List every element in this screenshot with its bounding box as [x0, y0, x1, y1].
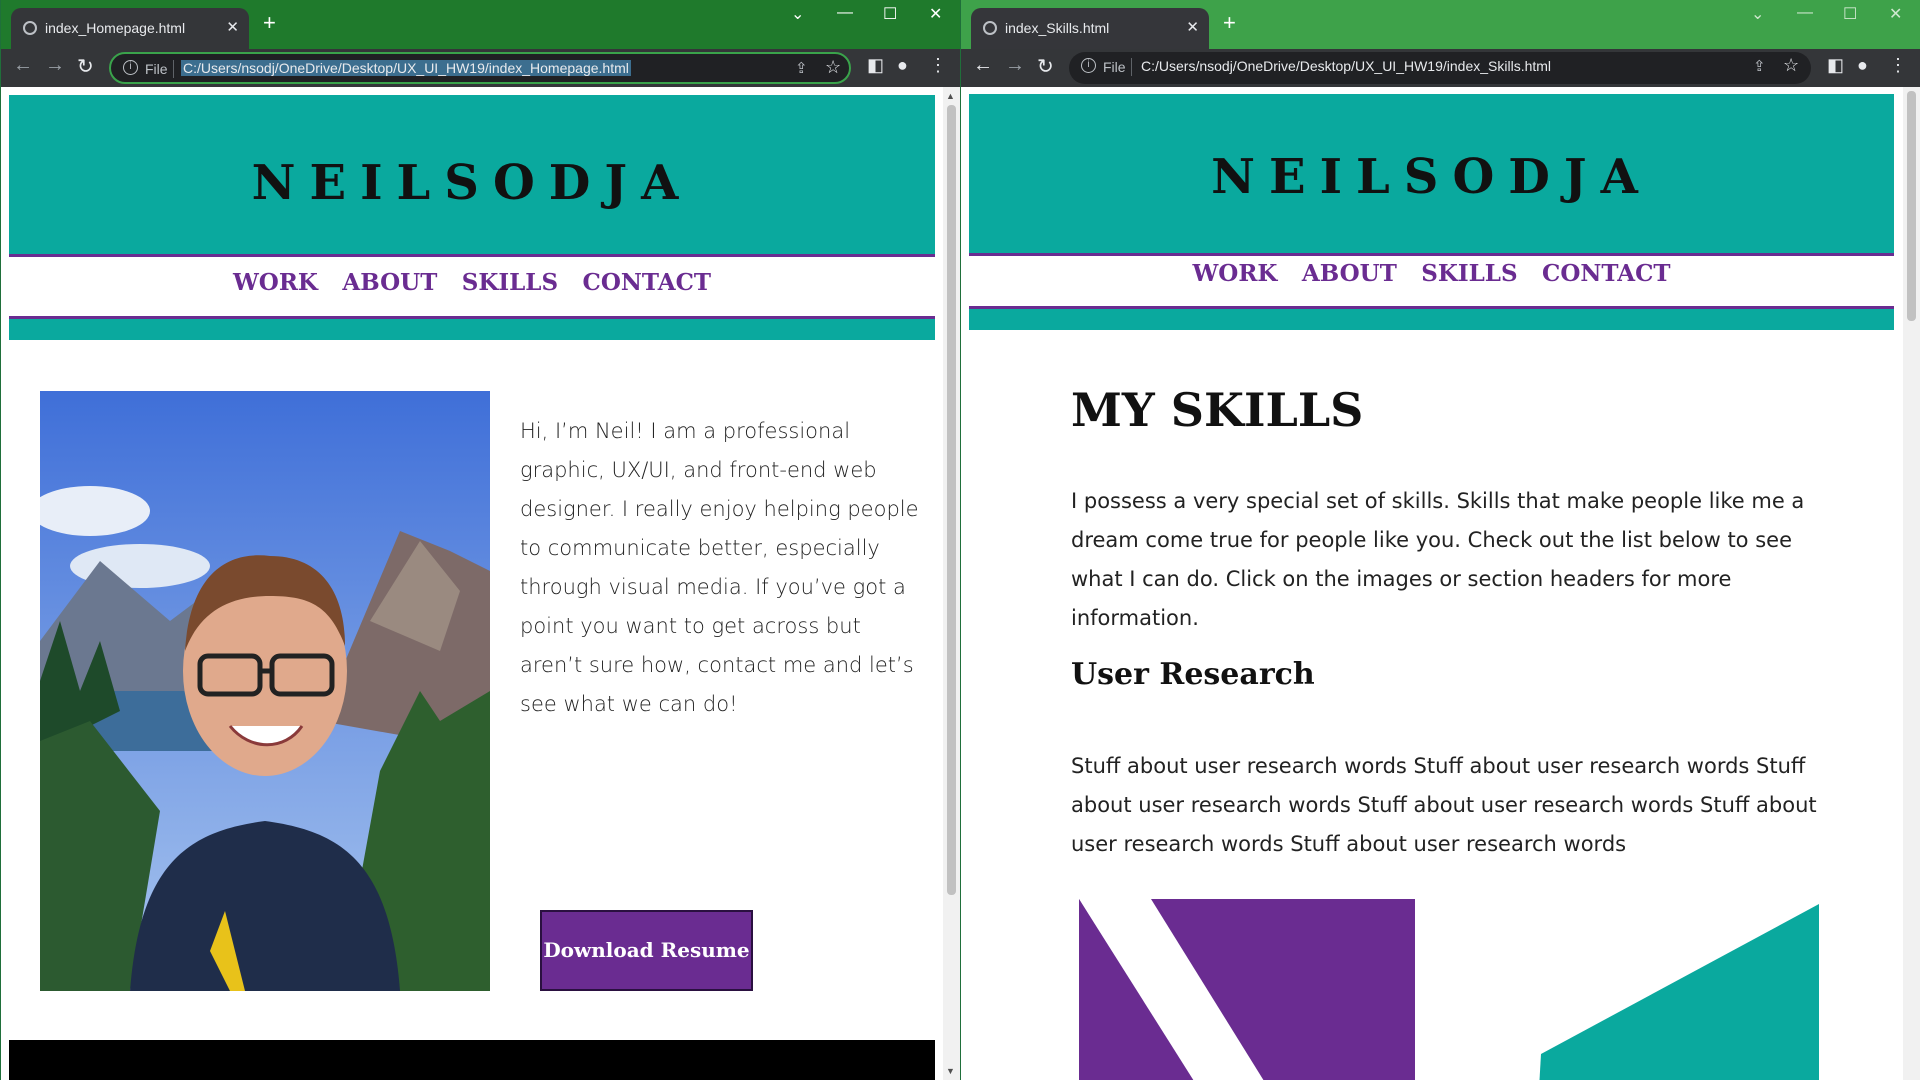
skills-intro-paragraph: I possess a very special set of skills. … [1071, 489, 1805, 630]
url-text[interactable]: C:/Users/nsodj/OneDrive/Desktop/UX_UI_HW… [1139, 58, 1553, 74]
address-bar[interactable]: i File C:/Users/nsodj/OneDrive/Desktop/U… [109, 52, 851, 84]
tab-strip: index_Skills.html ✕ + ⌄ — ☐ ✕ [961, 0, 1920, 49]
nav-skills[interactable]: SKILLS [462, 269, 558, 296]
nav-work[interactable]: WORK [1192, 260, 1277, 287]
browser-toolbar: ← → ↻ i File C:/Users/nsodj/OneDrive/Des… [1, 49, 960, 87]
menu-kebab-icon[interactable]: ⋮ [929, 55, 947, 76]
scrollbar-thumb[interactable] [947, 105, 956, 895]
back-icon[interactable]: ← [973, 54, 993, 77]
scroll-up-icon[interactable]: ▲ [946, 91, 955, 101]
new-tab-icon[interactable]: + [263, 10, 276, 36]
close-window-icon[interactable]: ✕ [929, 4, 942, 24]
bookmark-star-icon[interactable]: ☆ [1783, 55, 1799, 76]
minimize-icon[interactable]: — [1797, 4, 1813, 22]
reload-icon[interactable]: ↻ [1037, 54, 1054, 79]
minimize-icon[interactable]: — [837, 4, 853, 22]
url-scheme: File [1103, 59, 1126, 75]
page-viewport: NEILSODJA WORK ABOUT SKILLS CONTACT Hi, … [1, 87, 960, 1080]
share-icon[interactable]: ⇪ [795, 59, 808, 77]
forward-icon[interactable]: → [1005, 54, 1025, 77]
nav-contact[interactable]: CONTACT [1542, 260, 1671, 287]
intro-paragraph: Hi, I’m Neil! I am a professional graphi… [520, 419, 919, 716]
tab-title: index_Homepage.html [45, 20, 186, 36]
globe-icon [23, 21, 37, 35]
site-header: NEILSODJA [9, 95, 935, 257]
browser-window-skills: index_Skills.html ✕ + ⌄ — ☐ ✕ ← → ↻ i Fi… [961, 0, 1920, 1080]
close-tab-icon[interactable]: ✕ [226, 18, 239, 36]
nav-accent-bar [9, 316, 935, 340]
profile-photo [40, 391, 490, 991]
nav-skills[interactable]: SKILLS [1421, 260, 1517, 287]
browser-toolbar: ← → ↻ i File C:/Users/nsodj/OneDrive/Des… [961, 49, 1920, 87]
user-research-graphic[interactable] [1079, 899, 1819, 1080]
footer-bar [9, 1040, 935, 1080]
info-icon[interactable]: i [123, 60, 138, 75]
url-text[interactable]: C:/Users/nsodj/OneDrive/Desktop/UX_UI_HW… [181, 60, 631, 76]
tab-title: index_Skills.html [1005, 20, 1110, 36]
page-title: MY SKILLS [1071, 383, 1364, 437]
maximize-icon[interactable]: ☐ [883, 4, 897, 24]
nav-contact[interactable]: CONTACT [583, 269, 712, 296]
new-tab-icon[interactable]: + [1223, 10, 1236, 36]
section-text-user-research: Stuff about user research words Stuff ab… [1071, 754, 1817, 856]
nav-work[interactable]: WORK [233, 269, 318, 296]
profile-icon[interactable]: ● [1857, 55, 1868, 76]
bookmark-star-icon[interactable]: ☆ [825, 57, 841, 78]
nav-about[interactable]: ABOUT [342, 269, 437, 296]
address-bar[interactable]: i File C:/Users/nsodj/OneDrive/Desktop/U… [1069, 52, 1811, 84]
side-panel-icon[interactable]: ◧ [867, 55, 884, 76]
page-scrollbar[interactable] [1903, 87, 1920, 1080]
download-resume-button[interactable]: Download Resume [540, 910, 753, 991]
site-header: NEILSODJA [969, 94, 1894, 256]
globe-icon [983, 21, 997, 35]
tab-strip: index_Homepage.html ✕ + ⌄ — ☐ ✕ [1, 0, 960, 49]
divider [173, 60, 174, 78]
close-window-icon[interactable]: ✕ [1889, 4, 1902, 24]
tab-skills[interactable]: index_Skills.html ✕ [971, 8, 1209, 49]
close-tab-icon[interactable]: ✕ [1186, 18, 1199, 36]
page-viewport: NEILSODJA WORK ABOUT SKILLS CONTACT MY S… [961, 87, 1920, 1080]
back-icon[interactable]: ← [13, 54, 33, 77]
section-heading-user-research[interactable]: User Research [1071, 657, 1315, 692]
reload-icon[interactable]: ↻ [77, 54, 94, 79]
profile-icon[interactable]: ● [897, 55, 908, 76]
site-nav: WORK ABOUT SKILLS CONTACT [9, 269, 935, 296]
nav-about[interactable]: ABOUT [1302, 260, 1397, 287]
side-panel-icon[interactable]: ◧ [1827, 55, 1844, 76]
nav-accent-bar [969, 306, 1894, 330]
tab-search-chevron-icon[interactable]: ⌄ [1751, 4, 1764, 24]
page-scrollbar[interactable]: ▲ ▼ [943, 87, 960, 1080]
maximize-icon[interactable]: ☐ [1843, 4, 1857, 24]
url-scheme: File [145, 61, 168, 77]
browser-window-homepage: index_Homepage.html ✕ + ⌄ — ☐ ✕ ← → ↻ i … [0, 0, 961, 1080]
tab-homepage[interactable]: index_Homepage.html ✕ [11, 8, 249, 49]
divider [1131, 58, 1132, 76]
share-icon[interactable]: ⇪ [1753, 57, 1766, 75]
info-icon[interactable]: i [1081, 58, 1096, 73]
site-nav: WORK ABOUT SKILLS CONTACT [969, 260, 1894, 287]
tab-search-chevron-icon[interactable]: ⌄ [791, 4, 804, 24]
menu-kebab-icon[interactable]: ⋮ [1889, 55, 1907, 76]
scrollbar-thumb[interactable] [1907, 91, 1916, 321]
site-logo-text[interactable]: NEILSODJA [969, 149, 1894, 205]
forward-icon[interactable]: → [45, 54, 65, 77]
site-logo-text[interactable]: NEILSODJA [9, 155, 935, 211]
scroll-down-icon[interactable]: ▼ [946, 1066, 955, 1076]
